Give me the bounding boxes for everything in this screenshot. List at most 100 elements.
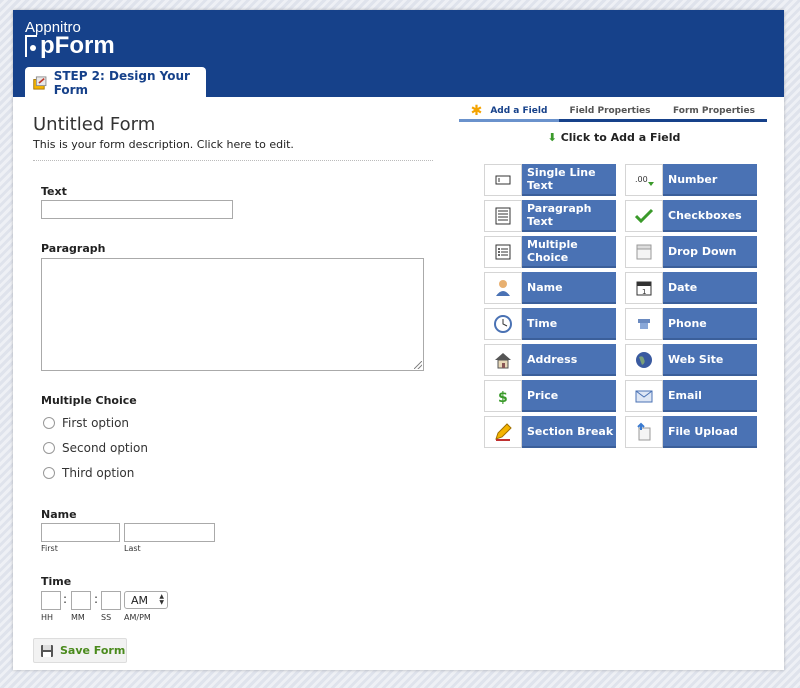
radio-button[interactable] [43, 417, 55, 429]
hh-sublabel: HH [41, 613, 54, 622]
first-name-input[interactable] [41, 523, 120, 542]
radio-button[interactable] [43, 442, 55, 454]
name-field-label: Name [41, 508, 77, 521]
click-hint-label: Click to Add a Field [560, 131, 681, 144]
dropdown-icon [625, 236, 663, 268]
add-drop-down-button[interactable]: Drop Down [625, 236, 757, 268]
text-input[interactable] [41, 200, 233, 219]
svg-text:1: 1 [642, 288, 646, 296]
add-phone-button[interactable]: Phone [625, 308, 757, 340]
ampm-select[interactable]: AM ▲ ▼ [124, 591, 168, 609]
last-sublabel: Last [124, 544, 141, 553]
time-field-label: Time [41, 575, 72, 588]
field-button-label: Drop Down [663, 236, 757, 268]
add-paragraph-text-button[interactable]: Paragraph Text [484, 200, 616, 232]
clock-icon [484, 308, 522, 340]
paragraph-icon [484, 200, 522, 232]
tab-add-field[interactable]: ✱ Add a Field [459, 102, 559, 120]
field-button-label: Phone [663, 308, 757, 340]
field-button-label: Multiple Choice [522, 236, 616, 268]
radio-option-label: Third option [62, 466, 135, 480]
field-button-label: File Upload [663, 416, 757, 448]
design-icon [33, 75, 47, 90]
house-icon [484, 344, 522, 376]
field-button-label: Name [522, 272, 616, 304]
app-frame: Appnitro pForm STEP 2: Design Your Form … [13, 10, 784, 670]
add-single-line-text-button[interactable]: Single Line Text [484, 164, 616, 196]
phone-icon [625, 308, 663, 340]
field-button-label: Section Break [522, 416, 616, 448]
ss-sublabel: SS [101, 613, 112, 622]
list-icon [484, 236, 522, 268]
ampm-sublabel: AM/PM [124, 613, 151, 622]
mm-sublabel: MM [71, 613, 85, 622]
text-field-label: Text [41, 185, 67, 198]
click-hint: ⬇ Click to Add a Field [459, 131, 769, 144]
tab-field-properties-label: Field Properties [569, 106, 651, 116]
save-form-label: Save Form [60, 644, 126, 657]
radio-option[interactable]: Third option [43, 466, 134, 480]
header-bar: Appnitro pForm STEP 2: Design Your Form [13, 10, 784, 98]
globe-icon [625, 344, 663, 376]
field-panel: ✱ Add a Field Field Properties Form Prop… [459, 97, 769, 457]
floppy-disk-icon [41, 644, 53, 657]
checkmark-icon [625, 200, 663, 232]
add-email-button[interactable]: Email [625, 380, 757, 412]
radio-option[interactable]: Second option [43, 441, 148, 455]
add-name-button[interactable]: Name [484, 272, 616, 304]
add-checkboxes-button[interactable]: Checkboxes [625, 200, 757, 232]
field-button-label: Paragraph Text [522, 200, 616, 232]
add-date-button[interactable]: 1 Date [625, 272, 757, 304]
radio-button[interactable] [43, 467, 55, 479]
add-multiple-choice-button[interactable]: Multiple Choice [484, 236, 616, 268]
hour-input[interactable] [41, 591, 61, 610]
last-name-input[interactable] [124, 523, 215, 542]
person-icon [484, 272, 522, 304]
second-input[interactable] [101, 591, 121, 610]
add-time-button[interactable]: Time [484, 308, 616, 340]
field-button-label: Checkboxes [663, 200, 757, 232]
add-file-upload-button[interactable]: File Upload [625, 416, 757, 448]
stepper-arrows-icon: ▲ ▼ [159, 593, 164, 606]
logo-main-text: pForm [40, 32, 115, 59]
form-divider [33, 160, 433, 161]
form-description[interactable]: This is your form description. Click her… [33, 138, 294, 151]
form-preview: Untitled Form This is your form descript… [13, 97, 453, 670]
field-button-label: Email [663, 380, 757, 412]
tab-field-properties[interactable]: Field Properties [559, 102, 661, 120]
paragraph-field-label: Paragraph [41, 242, 106, 255]
logo-mark-icon [25, 35, 37, 57]
upload-icon [625, 416, 663, 448]
form-title[interactable]: Untitled Form [33, 114, 155, 135]
save-form-button[interactable]: Save Form [33, 638, 127, 663]
envelope-icon [625, 380, 663, 412]
minute-input[interactable] [71, 591, 91, 610]
paragraph-textarea[interactable] [41, 258, 424, 371]
add-number-button[interactable]: .00 Number [625, 164, 757, 196]
field-button-label: Web Site [663, 344, 757, 376]
logo: pForm [25, 32, 115, 60]
tab-add-field-label: Add a Field [490, 106, 548, 116]
add-address-button[interactable]: Address [484, 344, 616, 376]
resize-grip-icon[interactable] [414, 361, 422, 369]
panel-tabs: ✱ Add a Field Field Properties Form Prop… [459, 102, 767, 120]
tab-form-properties[interactable]: Form Properties [661, 102, 767, 120]
down-arrow-icon: ⬇ [547, 131, 557, 144]
dollar-icon: $ [484, 380, 522, 412]
pencil-icon [484, 416, 522, 448]
field-button-label: Address [522, 344, 616, 376]
step-tab[interactable]: STEP 2: Design Your Form [25, 67, 206, 98]
first-sublabel: First [41, 544, 58, 553]
ampm-value: AM [131, 593, 149, 607]
field-button-label: Price [522, 380, 616, 412]
active-tab-indicator [459, 119, 559, 122]
add-section-break-button[interactable]: Section Break [484, 416, 616, 448]
calendar-icon: 1 [625, 272, 663, 304]
radio-option[interactable]: First option [43, 416, 129, 430]
radio-option-label: Second option [62, 441, 148, 455]
add-web-site-button[interactable]: Web Site [625, 344, 757, 376]
add-price-button[interactable]: $ Price [484, 380, 616, 412]
time-colon: : [94, 592, 99, 606]
number-icon: .00 [625, 164, 663, 196]
svg-text:$: $ [498, 390, 508, 406]
